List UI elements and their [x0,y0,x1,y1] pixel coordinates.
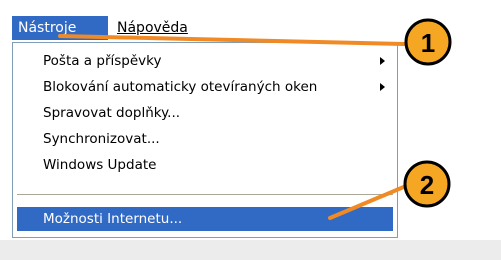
menu-item-label: Pošta a příspěvky [43,53,162,69]
menu-help-label: Nápověda [117,20,188,36]
menu-item-label: Možnosti Internetu... [43,211,183,227]
menu-tools-label: Nástroje [18,20,77,36]
menu-separator [17,194,393,195]
menu-item-label: Blokování automaticky otevíraných oken [43,79,318,95]
menu-bar: Nástroje Nápověda [0,0,400,44]
menu-tools[interactable]: Nástroje [12,16,108,40]
callout-circle-2 [403,160,451,208]
submenu-arrow-icon [380,57,385,65]
menu-item-internet-options[interactable]: Možnosti Internetu... [17,207,393,231]
menu-item-windows-update[interactable]: Windows Update [17,153,393,177]
callout-number-1: 1 [421,28,435,58]
menu-item-popup-blocker[interactable]: Blokování automaticky otevíraných oken [17,75,393,99]
menu-item-label: Synchronizovat... [43,131,160,147]
callout-circle-1 [404,18,452,66]
menu-item-mail-and-news[interactable]: Pošta a příspěvky [17,49,393,73]
menu-item-label: Spravovat doplňky... [43,105,181,121]
submenu-arrow-icon [380,83,385,91]
menu-item-manage-addons[interactable]: Spravovat doplňky... [17,101,393,125]
menu-item-label: Windows Update [43,157,157,173]
callout-badge-2: 2 [403,160,451,208]
menu-item-synchronize[interactable]: Synchronizovat... [17,127,393,151]
background-band [0,240,501,260]
callout-badge-1: 1 [404,18,452,66]
menu-help[interactable]: Nápověda [111,16,211,40]
tools-dropdown-menu: Pošta a příspěvky Blokování automaticky … [12,42,398,238]
callout-number-2: 2 [420,170,434,200]
